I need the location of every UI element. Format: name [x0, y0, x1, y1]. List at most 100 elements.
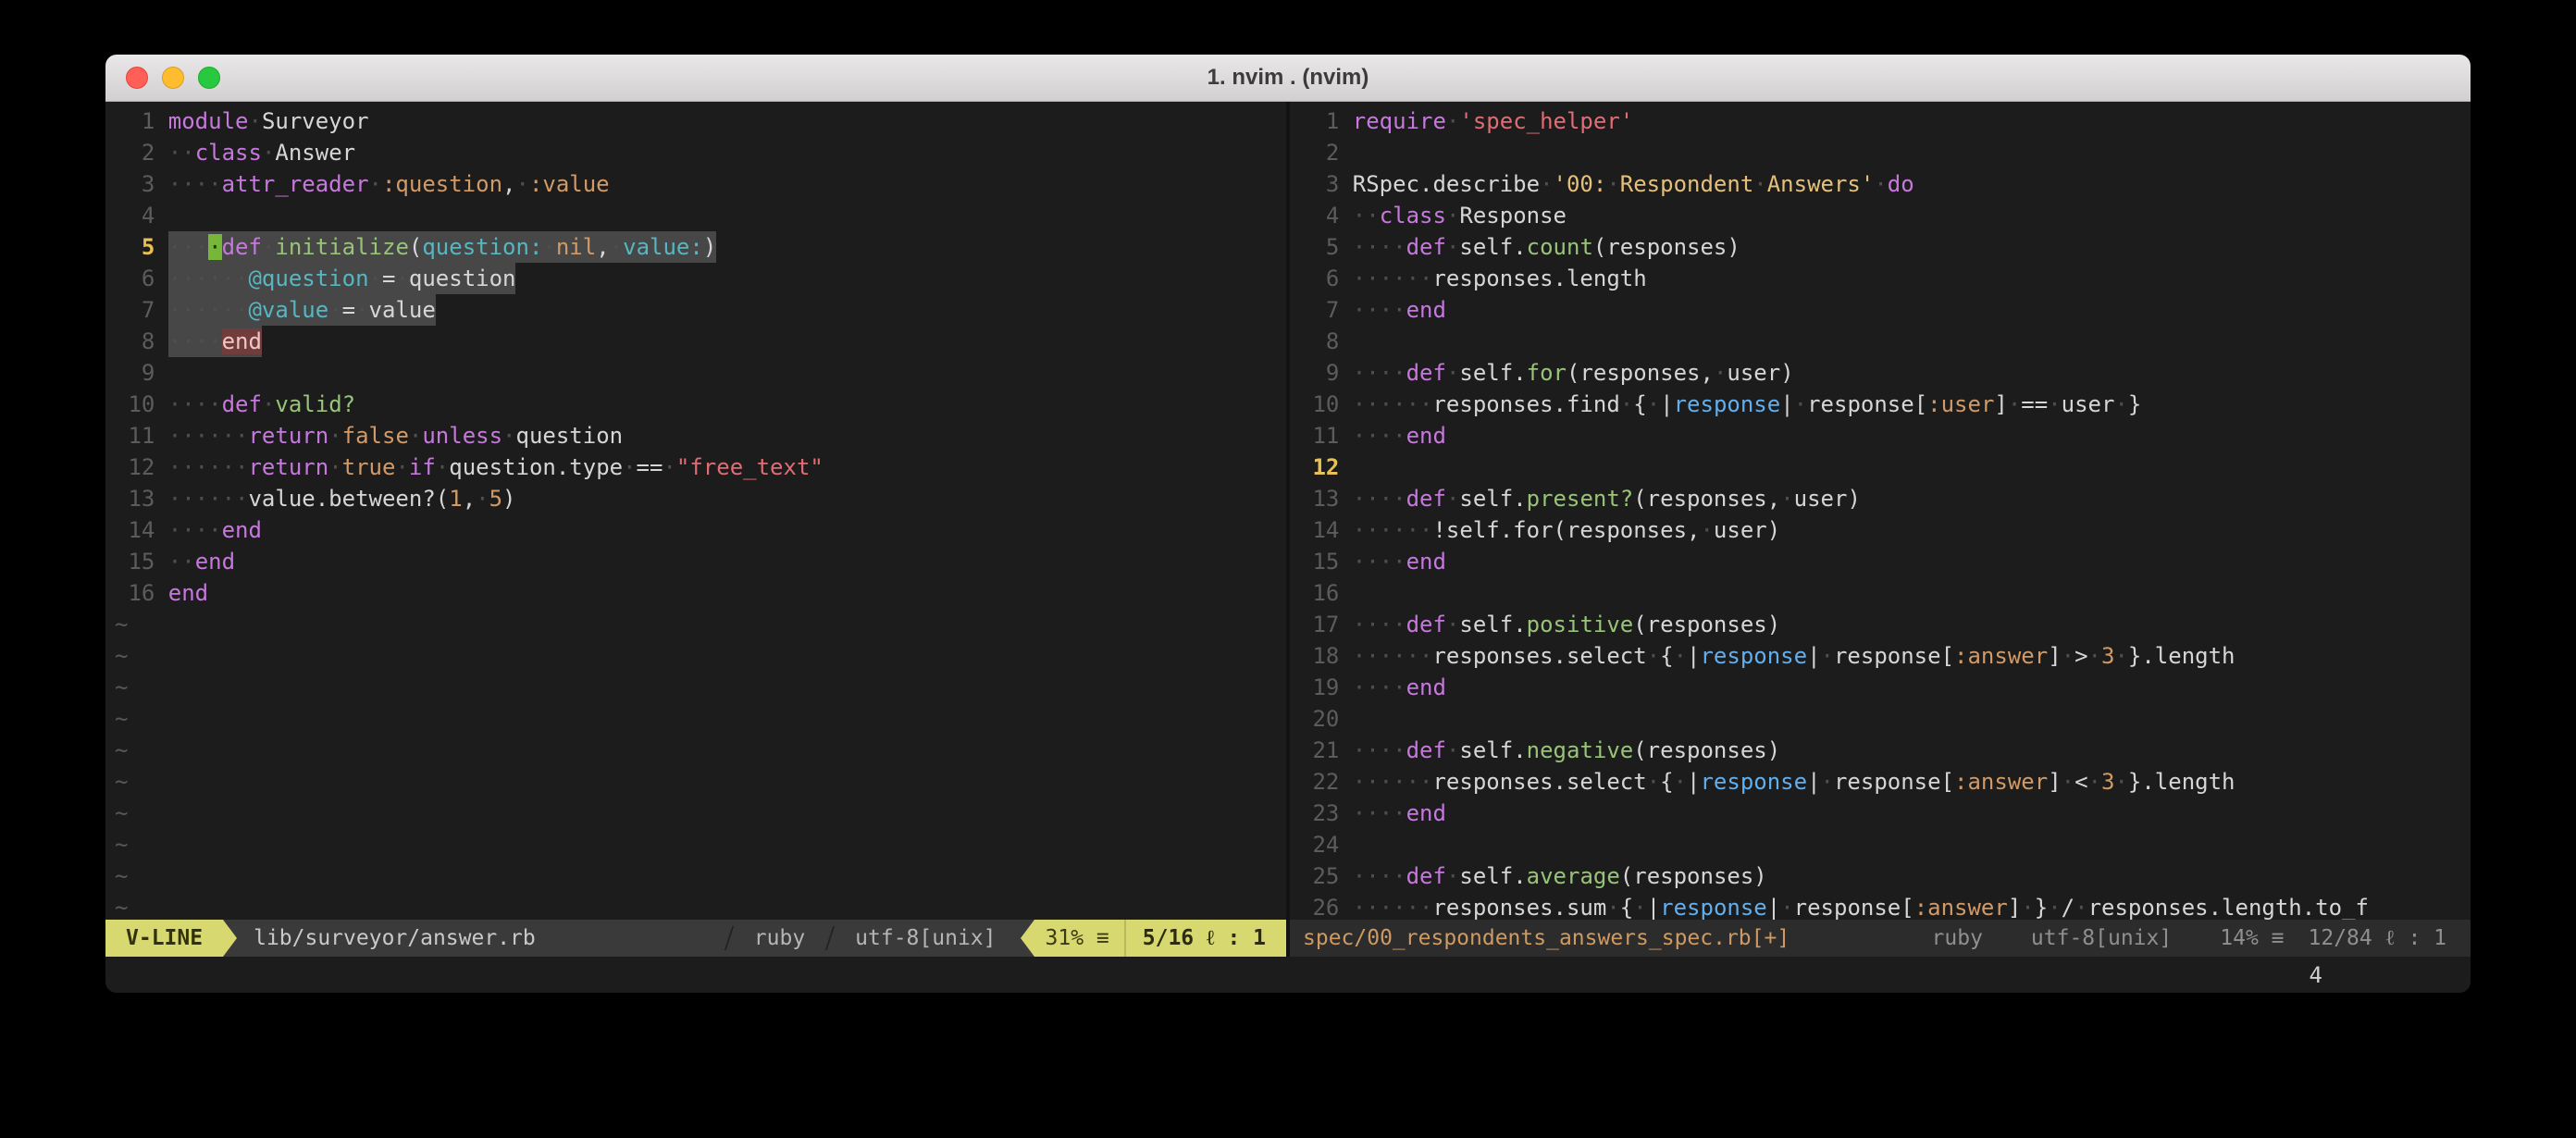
- code-token: ·: [515, 171, 528, 197]
- code-line[interactable]: 6······responses.length: [1299, 263, 2471, 294]
- line-text: ······responses.length: [1353, 263, 1647, 294]
- statusline-left[interactable]: V-LINE lib/surveyor/answer.rb ruby utf-8…: [105, 920, 1286, 957]
- code-line[interactable]: 21····def·self.negative(responses): [1299, 735, 2471, 766]
- terminal-content: 1module·Surveyor2··class·Answer3····attr…: [105, 102, 2471, 993]
- code-line[interactable]: 10····def·valid?: [115, 389, 1286, 420]
- code-line[interactable]: 9····def·self.for(responses,·user): [1299, 357, 2471, 389]
- code-line[interactable]: 2: [1299, 137, 2471, 168]
- code-line[interactable]: 11····end: [1299, 420, 2471, 451]
- code-line[interactable]: 17····def·self.positive(responses): [1299, 609, 2471, 640]
- line-text: ······value.between?(1,·5): [168, 483, 516, 514]
- code-area-right[interactable]: 1require·'spec_helper'23RSpec.describe·'…: [1290, 102, 2471, 920]
- code-line[interactable]: 1require·'spec_helper': [1299, 105, 2471, 137]
- line-text: ····end: [1353, 294, 1446, 326]
- line-text: ····def·self.negative(responses): [1353, 735, 1780, 766]
- code-line[interactable]: 3RSpec.describe·'00:·Respondent·Answers'…: [1299, 168, 2471, 200]
- code-line[interactable]: 13······value.between?(1,·5): [115, 483, 1286, 514]
- encoding-label: utf-8[unix]: [831, 920, 1020, 957]
- code-token: self.: [1459, 612, 1526, 637]
- line-number: 16: [115, 577, 168, 609]
- code-token: ······: [1353, 769, 1433, 795]
- line-number: 14: [1299, 514, 1353, 546]
- code-line[interactable]: 10······responses.find·{·|response|·resp…: [1299, 389, 2471, 420]
- code-line[interactable]: 6······@question·=·question: [115, 263, 1286, 294]
- code-token: ·: [355, 297, 368, 323]
- code-line[interactable]: 20: [1299, 703, 2471, 735]
- code-token: ····: [1353, 674, 1406, 700]
- line-number: 11: [115, 420, 168, 451]
- code-token: ·: [1874, 171, 1887, 197]
- code-line[interactable]: 12······return·true·if·question.type·==·…: [115, 451, 1286, 483]
- titlebar[interactable]: 1. nvim . (nvim): [105, 55, 2471, 102]
- code-line[interactable]: 16: [1299, 577, 2471, 609]
- code-line[interactable]: 23····end: [1299, 798, 2471, 829]
- code-area-left[interactable]: 1module·Surveyor2··class·Answer3····attr…: [105, 102, 1286, 920]
- statusline-spacer: [536, 920, 728, 957]
- code-line[interactable]: 8····end: [115, 326, 1286, 357]
- code-token: ··: [1353, 203, 1380, 229]
- code-line[interactable]: 5····def·self.count(responses): [1299, 231, 2471, 263]
- code-token: @question: [248, 266, 368, 291]
- code-token: Answer: [275, 140, 355, 166]
- desktop: { "window_title": "1. nvim . (nvim)", "c…: [0, 0, 2576, 1138]
- code-line[interactable]: 16end: [115, 577, 1286, 609]
- code-line[interactable]: 5····def·initialize(question:·nil,·value…: [115, 231, 1286, 263]
- code-token: ·: [2074, 895, 2087, 920]
- code-token: for: [1527, 360, 1567, 386]
- code-line[interactable]: 3····attr_reader·:question,·:value: [115, 168, 1286, 200]
- code-token: ·: [476, 486, 489, 512]
- code-token: {: [1660, 643, 1673, 669]
- code-token: ·: [1700, 517, 1713, 543]
- code-token: }: [2128, 391, 2141, 417]
- line-number: 3: [1299, 168, 1353, 200]
- code-line[interactable]: 8: [1299, 326, 2471, 357]
- code-token: ·: [2021, 895, 2034, 920]
- line-text: ······responses.sum·{·|response|·respons…: [1353, 892, 2369, 920]
- code-token: def: [222, 391, 262, 417]
- code-token: def: [1406, 612, 1446, 637]
- line-text: ····attr_reader·:question,·:value: [168, 168, 610, 200]
- code-line[interactable]: 13····def·self.present?(responses,·user): [1299, 483, 2471, 514]
- code-line[interactable]: 14····end: [115, 514, 1286, 546]
- line-number: 26: [1299, 892, 1353, 920]
- code-line[interactable]: 7····end: [1299, 294, 2471, 326]
- code-line[interactable]: 19····end: [1299, 672, 2471, 703]
- line-number: 5: [1299, 231, 1353, 263]
- tilde-empty-line: ~: [115, 829, 1286, 860]
- code-token: ·: [262, 391, 275, 417]
- code-line[interactable]: 15··end: [115, 546, 1286, 577]
- code-line[interactable]: 11······return·false·unless·question: [115, 420, 1286, 451]
- editor-pane-right[interactable]: 1require·'spec_helper'23RSpec.describe·'…: [1290, 102, 2471, 957]
- editor-pane-left[interactable]: 1module·Surveyor2··class·Answer3····attr…: [105, 102, 1286, 957]
- statusline-right[interactable]: spec/00_respondents_answers_spec.rb[+] r…: [1290, 920, 2471, 957]
- code-line[interactable]: 22······responses.select·{·|response|·re…: [1299, 766, 2471, 798]
- cursor: ·: [208, 234, 221, 260]
- code-token: false: [342, 423, 409, 449]
- code-line[interactable]: 14······!self.for(responses,·user): [1299, 514, 2471, 546]
- code-line[interactable]: 12: [1299, 451, 2471, 483]
- code-token: ·: [1540, 171, 1553, 197]
- code-token: value.between?(: [248, 486, 449, 512]
- code-line[interactable]: 2··class·Answer: [115, 137, 1286, 168]
- line-number: 21: [1299, 735, 1353, 766]
- code-token: question:: [422, 234, 542, 260]
- code-line[interactable]: 15····end: [1299, 546, 2471, 577]
- line-text: require·'spec_helper': [1353, 105, 1633, 137]
- code-token: ·: [2008, 391, 2021, 417]
- code-token: ]: [2008, 895, 2021, 920]
- code-line[interactable]: 26······responses.sum·{·|response|·respo…: [1299, 892, 2471, 920]
- code-token: def: [1406, 486, 1446, 512]
- code-token: ·: [1446, 612, 1459, 637]
- code-token: end: [1406, 549, 1446, 575]
- code-token: end: [1406, 297, 1446, 323]
- code-line[interactable]: 18······responses.select·{·|response|·re…: [1299, 640, 2471, 672]
- code-line[interactable]: 4: [115, 200, 1286, 231]
- code-line[interactable]: 7······@value·=·value: [115, 294, 1286, 326]
- code-token: ····: [168, 171, 222, 197]
- visual-selection: ····end: [168, 326, 262, 357]
- code-line[interactable]: 4··class·Response: [1299, 200, 2471, 231]
- code-line[interactable]: 24: [1299, 829, 2471, 860]
- code-line[interactable]: 9: [115, 357, 1286, 389]
- code-line[interactable]: 25····def·self.average(responses): [1299, 860, 2471, 892]
- code-line[interactable]: 1module·Surveyor: [115, 105, 1286, 137]
